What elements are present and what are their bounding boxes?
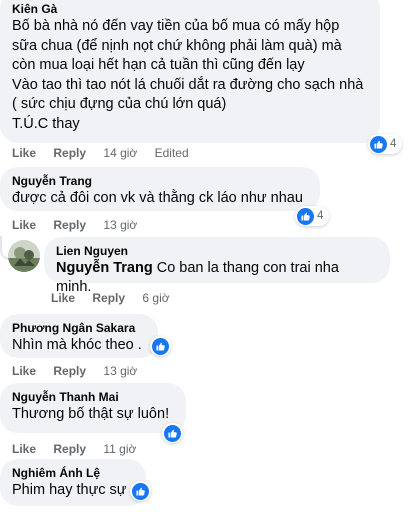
like-button[interactable]: Like bbox=[12, 218, 36, 232]
comment-author[interactable]: Nguyễn Trang bbox=[12, 174, 308, 189]
reaction-icon[interactable] bbox=[162, 423, 183, 443]
comment-timestamp[interactable]: 11 giờ bbox=[103, 442, 136, 456]
reaction-count[interactable]: 4 bbox=[368, 134, 403, 154]
reply-author[interactable]: Lien Nguyen bbox=[56, 244, 378, 259]
avatar[interactable] bbox=[8, 240, 40, 272]
like-button[interactable]: Like bbox=[51, 291, 75, 305]
reply-button[interactable]: Reply bbox=[53, 442, 86, 456]
comment-bubble: Nghiêm Ánh Lệ Phim hay thực sự bbox=[0, 459, 146, 506]
thumbs-up-icon bbox=[297, 208, 314, 225]
thumbs-up-icon bbox=[164, 425, 181, 442]
reaction-icon[interactable] bbox=[150, 336, 171, 356]
comment-bubble: Nguyễn Thanh Mai Thương bố thật sự luôn! bbox=[0, 383, 186, 433]
comment-timestamp[interactable]: 13 giờ bbox=[103, 218, 137, 232]
comment-bubble: Kiên Gà Bố bà nhà nó đến vay tiền của bố… bbox=[0, 0, 380, 143]
reaction-icon[interactable] bbox=[130, 481, 151, 501]
comment-bubble: Phương Ngân Sakara Nhìn mà khóc theo . bbox=[0, 314, 158, 358]
thumbs-up-icon bbox=[370, 136, 387, 153]
like-button[interactable]: Like bbox=[12, 146, 36, 160]
mention-link[interactable]: Nguyễn Trang bbox=[56, 260, 153, 276]
comment-timestamp[interactable]: 13 giờ bbox=[103, 364, 137, 378]
reply-button[interactable]: Reply bbox=[53, 364, 86, 378]
thumbs-up-icon bbox=[132, 483, 149, 500]
comment-text: Bố bà nhà nó đến vay tiền của bố mua có … bbox=[12, 18, 364, 132]
reply-bubble: Lien Nguyen Nguyễn Trang Co ban la thang… bbox=[44, 237, 390, 295]
reply-button[interactable]: Reply bbox=[92, 291, 125, 305]
reaction-count[interactable]: 4 bbox=[295, 206, 330, 226]
reaction-count-value: 4 bbox=[317, 210, 324, 222]
comment-author[interactable]: Phương Ngân Sakara bbox=[12, 321, 146, 336]
like-button[interactable]: Like bbox=[12, 442, 36, 456]
comment-actions: Like Reply 6 giờ bbox=[51, 290, 184, 306]
comment-text: Phim hay thực sự bbox=[12, 482, 127, 498]
comment-author[interactable]: Kiên Gà bbox=[12, 2, 368, 17]
avatar-image bbox=[8, 240, 40, 272]
comment-actions: Like Reply 14 giờ Edited bbox=[12, 145, 189, 161]
reaction-count-value: 4 bbox=[390, 138, 397, 150]
reply-button[interactable]: Reply bbox=[53, 218, 86, 232]
comment-timestamp[interactable]: 14 giờ bbox=[103, 146, 137, 160]
comment-timestamp[interactable]: 6 giờ bbox=[142, 291, 169, 305]
comment-text: Thương bố thật sự luôn! bbox=[12, 406, 170, 422]
edited-label[interactable]: Edited bbox=[155, 146, 189, 160]
reply-button[interactable]: Reply bbox=[53, 146, 86, 160]
comment-text: Nhìn mà khóc theo . bbox=[12, 337, 142, 353]
comment-author[interactable]: Nghiêm Ánh Lệ bbox=[12, 466, 134, 481]
thumbs-up-icon bbox=[152, 338, 169, 355]
like-button[interactable]: Like bbox=[12, 364, 36, 378]
comment-author[interactable]: Nguyễn Thanh Mai bbox=[12, 390, 174, 405]
comment-bubble: Nguyễn Trang được cả đôi con vk và thằng… bbox=[0, 167, 320, 211]
comment-actions: Like Reply 13 giờ bbox=[12, 217, 151, 233]
comment-actions: Like Reply 13 giờ bbox=[12, 363, 151, 379]
comment-actions: Like Reply 11 giờ bbox=[12, 441, 150, 457]
comment-text: được cả đôi con vk và thằng ck láo như n… bbox=[12, 190, 303, 206]
